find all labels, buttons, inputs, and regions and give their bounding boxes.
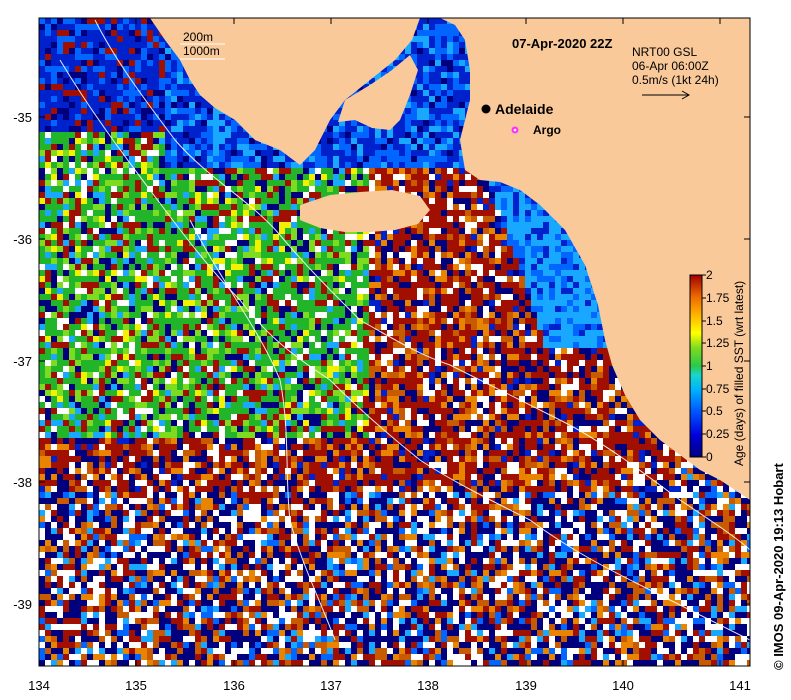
lon-tick-136: 136 <box>223 678 245 693</box>
adelaide-label: Adelaide <box>495 101 554 117</box>
lat-tick-35: -35 <box>13 110 32 125</box>
velocity-scale-label: 0.5m/s (1kt 24h) <box>632 73 719 87</box>
colorbar <box>689 274 703 458</box>
lat-tick-39: -39 <box>13 597 32 612</box>
argo-label: Argo <box>533 123 561 137</box>
colorbar-tick-0-25: 0.25 <box>706 427 730 441</box>
colorbar-tick-1-5: 1.5 <box>706 314 723 328</box>
product-name: NRT00 GSL <box>632 45 697 59</box>
colorbar-tick-0: 0 <box>706 450 713 464</box>
lon-tick-141: 141 <box>729 678 751 693</box>
lon-tick-140: 140 <box>612 678 634 693</box>
map-title: 07-Apr-2020 22Z <box>512 36 612 51</box>
lon-tick-137: 137 <box>320 678 342 693</box>
lon-tick-138: 138 <box>417 678 439 693</box>
credit-text: © IMOS 09-Apr-2020 19:13 Hobart <box>771 463 786 670</box>
colorbar-label: Age (days) of filled SST (wrt latest) <box>732 281 746 466</box>
colorbar-tick-0-75: 0.75 <box>706 382 730 396</box>
lat-tick-36: -36 <box>13 232 32 247</box>
lon-tick-134: 134 <box>28 678 50 693</box>
sst-age-map: -35 -36 -37 -38 -39 134 135 136 137 138 … <box>13 17 786 693</box>
lat-tick-37: -37 <box>13 354 32 369</box>
lat-tick-38: -38 <box>13 475 32 490</box>
colorbar-tick-2: 2 <box>706 268 713 282</box>
lon-tick-139: 139 <box>515 678 537 693</box>
argo-marker <box>511 126 519 134</box>
product-time: 06-Apr 06:00Z <box>632 59 709 73</box>
lon-tick-135: 135 <box>125 678 147 693</box>
isobath-200m-label: 200m <box>183 30 213 44</box>
colorbar-tick-1: 1 <box>706 359 713 373</box>
colorbar-tick-0-5: 0.5 <box>706 404 723 418</box>
colorbar-tick-1-25: 1.25 <box>706 336 730 350</box>
isobath-1000m-label: 1000m <box>183 44 220 58</box>
colorbar-tick-1-75: 1.75 <box>706 291 730 305</box>
adelaide-marker <box>481 104 491 114</box>
